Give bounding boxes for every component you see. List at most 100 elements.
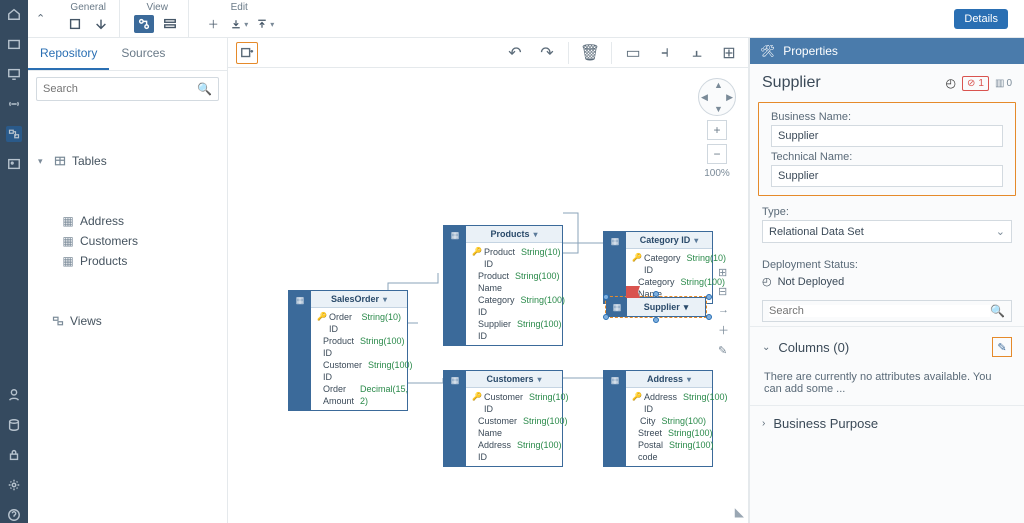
lock-icon[interactable]	[6, 447, 22, 463]
entity-icon: ▦	[289, 291, 311, 410]
entity-products[interactable]: ▦ Products▾ 🔑Product IDString(10)Product…	[443, 225, 563, 346]
chevron-down-icon[interactable]: ▾	[684, 302, 689, 313]
search-input[interactable]	[43, 83, 197, 95]
resize-handle[interactable]	[653, 291, 659, 297]
view-btn-list[interactable]	[160, 15, 180, 33]
table-icon	[54, 155, 66, 167]
ribbon-group-view: View	[126, 0, 189, 37]
chevron-down-icon[interactable]: ▾	[694, 236, 698, 245]
edit-import-button[interactable]: ▾	[229, 15, 249, 33]
undo-button[interactable]: ↶	[504, 42, 526, 64]
resize-handle[interactable]	[706, 314, 712, 320]
zoom-in-button[interactable]: +	[707, 120, 727, 140]
tab-sources[interactable]: Sources	[109, 38, 177, 70]
ribbon-group-edit: Edit ＋ ▾ ▾	[195, 0, 283, 37]
action-edit-icon[interactable]: ✎	[718, 344, 729, 357]
model-icon[interactable]	[6, 126, 22, 142]
zoom-out-button[interactable]: −	[707, 144, 727, 164]
tree-item-products[interactable]: ▦Products	[28, 251, 227, 271]
folder-icon[interactable]	[6, 36, 22, 52]
layout-btn-2[interactable]: ⫠	[686, 42, 708, 64]
ribbon-group-label: General	[70, 2, 106, 13]
columns-section[interactable]: ⌄ Columns (0) ✎	[750, 326, 1024, 367]
preview-button[interactable]: ▭	[622, 42, 644, 64]
entity-address[interactable]: ▦ Address▾ 🔑Address IDString(100)CityStr…	[603, 370, 713, 467]
tree-item-address[interactable]: ▦Address	[28, 211, 227, 231]
home-icon[interactable]	[6, 6, 22, 22]
repository-sidebar: Repository Sources 🔍 ▾ Tables ▦Address ▦…	[28, 38, 228, 523]
business-purpose-section[interactable]: › Business Purpose	[750, 405, 1024, 441]
deployment-status: Not Deployed	[778, 276, 845, 288]
properties-header: Properties	[783, 44, 838, 58]
deployment-label: Deployment Status:	[762, 259, 1012, 271]
database-icon[interactable]	[6, 417, 22, 433]
properties-title: Supplier	[762, 74, 940, 92]
action-icon[interactable]: ⊟	[718, 285, 729, 298]
table-icon: ▦	[62, 255, 74, 267]
wrench-icon: 🛠	[760, 44, 775, 58]
search-icon: 🔍	[197, 82, 212, 96]
chevron-down-icon: ▾	[38, 156, 48, 167]
chevron-down-icon[interactable]: ▾	[383, 295, 387, 304]
technical-name-input[interactable]	[771, 165, 1003, 187]
pan-control[interactable]: ▲ ▼ ◀ ▶	[698, 78, 736, 116]
gear-icon[interactable]	[6, 477, 22, 493]
business-name-label: Business Name:	[771, 111, 1003, 123]
resize-handle[interactable]	[603, 294, 609, 300]
repository-search[interactable]: 🔍	[36, 77, 219, 101]
diagram-canvas[interactable]: ▦ SalesOrder▾ 🔑Order IDString(10)Product…	[228, 68, 748, 523]
screen-icon[interactable]	[6, 66, 22, 82]
redo-button[interactable]: ↷	[536, 42, 558, 64]
edit-add-button[interactable]: ＋	[203, 15, 223, 33]
chevron-down-icon: ⌄	[996, 225, 1005, 238]
business-name-input[interactable]	[771, 125, 1003, 147]
resize-handle[interactable]	[653, 317, 659, 323]
name-form-highlighted: Business Name: Technical Name:	[758, 102, 1016, 196]
clock-icon: ◴	[946, 76, 956, 90]
properties-search[interactable]: 🔍	[762, 300, 1012, 322]
chevron-down-icon[interactable]: ▾	[687, 375, 691, 384]
resize-handle[interactable]	[603, 314, 609, 320]
entity-salesorder[interactable]: ▦ SalesOrder▾ 🔑Order IDString(10)Product…	[288, 290, 408, 411]
type-select[interactable]: Relational Data Set⌄	[762, 220, 1012, 243]
user-icon[interactable]	[6, 387, 22, 403]
entity-icon: ▦	[444, 371, 466, 466]
general-btn-1[interactable]	[65, 15, 85, 33]
tab-repository[interactable]: Repository	[28, 38, 109, 70]
chevron-right-icon: ›	[762, 418, 765, 429]
ribbon-collapse-icon[interactable]: ⌃	[36, 0, 51, 37]
edit-export-button[interactable]: ▾	[255, 15, 275, 33]
entity-customers[interactable]: ▦ Customers▾ 🔑Customer IDString(10)Custo…	[443, 370, 563, 467]
resize-handle[interactable]	[706, 294, 712, 300]
properties-panel: 🛠 Properties Supplier ◴ ⊘1 ▥0 Business N…	[749, 38, 1024, 523]
table-icon: ▦	[62, 215, 74, 227]
ribbon-group-label: Edit	[231, 2, 248, 13]
general-btn-2[interactable]	[91, 15, 111, 33]
tree-views[interactable]: Views	[28, 271, 227, 371]
tree-item-customers[interactable]: ▦Customers	[28, 231, 227, 251]
action-icon[interactable]: ⊞	[718, 266, 729, 279]
tree-tables[interactable]: ▾ Tables	[28, 111, 227, 211]
search-icon: 🔍	[990, 304, 1005, 318]
edit-columns-button[interactable]: ✎	[992, 337, 1012, 357]
type-label: Type:	[762, 206, 1012, 218]
delete-button[interactable]: 🗑	[579, 42, 601, 64]
add-entity-button[interactable]	[236, 42, 258, 64]
help-icon[interactable]	[6, 507, 22, 523]
action-add-icon[interactable]: ＋	[718, 322, 729, 338]
resize-corner-icon[interactable]: ◣	[735, 505, 744, 519]
chevron-down-icon: ⌄	[762, 342, 770, 353]
error-badge[interactable]: ⊘1	[962, 76, 989, 91]
ribbon: ⌃ General View Edit ＋ ▾	[28, 0, 1024, 38]
search-input[interactable]	[769, 305, 990, 317]
layout-btn-1[interactable]: ⫞	[654, 42, 676, 64]
link-icon[interactable]	[6, 96, 22, 112]
details-button[interactable]: Details	[954, 9, 1008, 29]
chevron-down-icon[interactable]: ▾	[538, 375, 542, 384]
image-icon[interactable]	[6, 156, 22, 172]
action-link-icon[interactable]: →	[718, 304, 729, 316]
entity-supplier[interactable]: ▦ Supplier▾	[606, 297, 706, 317]
view-btn-diagram[interactable]	[134, 15, 154, 33]
chevron-down-icon[interactable]: ▾	[534, 230, 538, 239]
layout-btn-3[interactable]: ⊞	[718, 42, 740, 64]
